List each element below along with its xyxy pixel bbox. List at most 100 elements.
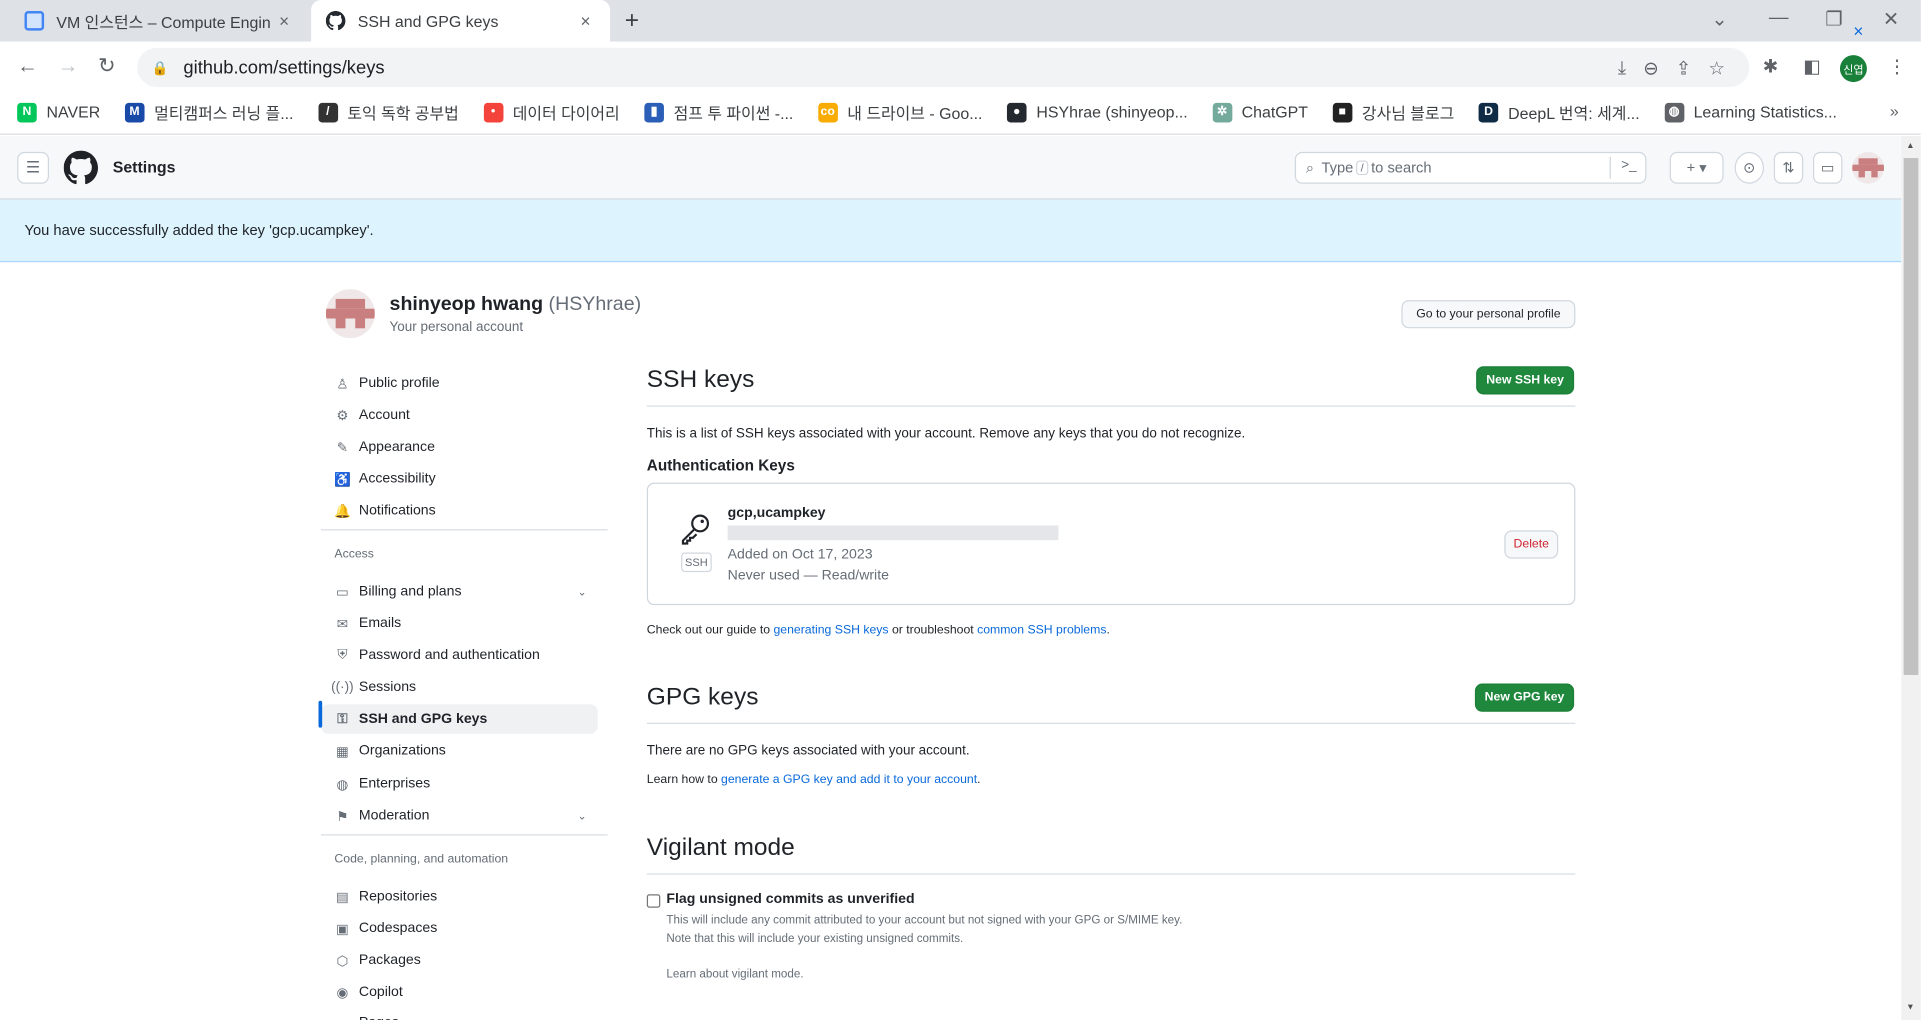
scroll-down-icon[interactable]: ▼ [1906, 1003, 1914, 1012]
github-logo-icon[interactable] [63, 150, 98, 185]
sidebar-item-label: Public profile [358, 376, 440, 391]
go-to-personal-profile-button[interactable]: Go to your personal profile [1401, 300, 1576, 329]
github-icon [325, 11, 346, 31]
browser-icon: ▭ [334, 1015, 350, 1020]
bookmark-favicon-icon: • [483, 102, 503, 122]
delete-ssh-key-button[interactable]: Delete [1504, 530, 1559, 559]
sidebar-item-codespaces[interactable]: ▣ Codespaces [321, 914, 598, 943]
tab-search-icon[interactable]: ⌄ [1711, 7, 1727, 32]
side-panel-icon[interactable]: ◧ [1803, 55, 1820, 77]
common-ssh-problems-link[interactable]: common SSH problems [977, 624, 1106, 637]
browser-profile-avatar[interactable]: 신엽 [1839, 55, 1867, 83]
new-gpg-key-button[interactable]: New GPG key [1474, 683, 1575, 712]
browser-tab-ssh-gpg-keys[interactable]: SSH and GPG keys × [311, 0, 611, 42]
package-icon: ⬡ [336, 953, 349, 969]
bookmark-item[interactable]: co 내 드라이브 - Goo... [817, 100, 982, 123]
generate-gpg-key-link[interactable]: generate a GPG key and add it to your ac… [721, 773, 977, 786]
back-icon[interactable]: ← [17, 54, 38, 79]
bookmark-item[interactable]: / 토익 독학 공부법 [317, 100, 459, 123]
search-input[interactable]: ⌕ Type / to search >_ [1294, 151, 1647, 184]
sidebar-item-billing-and-plans[interactable]: ▭ Billing and plans ⌄ [321, 577, 598, 606]
minimize-icon[interactable]: — [1769, 7, 1789, 29]
sidebar-item-emails[interactable]: ✉ Emails [321, 609, 598, 638]
tab-close-icon[interactable]: × [576, 11, 596, 31]
window-close-icon[interactable]: ✕ [1883, 7, 1899, 32]
bookmark-item[interactable]: • 데이터 다이어리 [483, 100, 620, 123]
sidebar-item-packages[interactable]: ⬡ Packages [321, 946, 598, 975]
sidebar-item-label: Copilot [358, 984, 403, 1000]
bookmark-item[interactable]: ● HSYhrae (shinyeop... [1006, 102, 1188, 122]
create-new-button[interactable]: + ▾ [1669, 151, 1724, 184]
sidebar-item-password-and-authentication[interactable]: ⛨ Password and authentication [321, 641, 598, 670]
issues-icon[interactable]: ⊙ [1734, 151, 1764, 184]
lock-icon: 🔒 [151, 60, 169, 76]
sidebar-item-appearance[interactable]: ✎ Appearance [321, 432, 598, 461]
ssh-type-badge: SSH [681, 552, 712, 573]
extensions-icon[interactable]: ✱ [1763, 55, 1778, 77]
sidebar-item-repositories[interactable]: ▤ Repositories [321, 882, 598, 911]
bookmark-item[interactable]: ✲ ChatGPT [1212, 102, 1308, 122]
hamburger-menu-icon[interactable]: ☰ [17, 151, 49, 184]
bookmarks-overflow-icon[interactable]: » [1890, 102, 1899, 120]
tab-close-icon[interactable]: × [274, 11, 294, 31]
command-palette-icon[interactable]: >_ [1621, 158, 1636, 173]
new-ssh-key-button[interactable]: New SSH key [1476, 366, 1575, 395]
bookmark-item[interactable]: M 멀티캠퍼스 러닝 플... [124, 100, 293, 123]
bookmark-star-icon[interactable]: ☆ [1708, 58, 1724, 80]
page-scrollbar[interactable]: ▲ ▼ [1901, 135, 1921, 1020]
bookmark-item[interactable]: ▮ 점프 투 파이썬 -... [644, 100, 793, 123]
sidebar-item-enterprises[interactable]: ◍ Enterprises [321, 769, 598, 798]
credit-card-icon: ▭ [336, 584, 349, 600]
bookmark-favicon-icon: ◍ [1664, 102, 1684, 122]
forward-icon[interactable]: → [58, 54, 79, 79]
copilot-icon: ◉ [336, 985, 349, 1001]
sidebar-item-notifications[interactable]: 🔔 Notifications [321, 496, 598, 525]
install-icon[interactable]: ⤓ [1618, 58, 1626, 80]
scroll-up-icon[interactable]: ▲ [1906, 142, 1914, 151]
sidebar-item-ssh-and-gpg-keys[interactable]: ⚿ SSH and GPG keys [320, 704, 598, 734]
browser-tab-vm-instances[interactable]: VM 인스턴스 – Compute Engin × [10, 0, 309, 42]
sidebar-item-public-profile[interactable]: ♙ Public profile [321, 369, 598, 398]
gpg-keys-heading: GPG keys [646, 683, 759, 711]
sidebar-item-copilot[interactable]: ◉ Copilot [321, 978, 598, 1007]
user-avatar[interactable] [1852, 151, 1885, 184]
zoom-icon[interactable]: ⊖ [1643, 58, 1658, 80]
bookmark-item[interactable]: D DeepL 번역: 세계... [1478, 100, 1640, 123]
address-bar[interactable]: 🔒 github.com/settings/keys ⤓ ⊖ ⇪ ☆ [137, 47, 1750, 87]
bookmark-item[interactable]: ◍ Learning Statistics... [1664, 102, 1837, 122]
success-flash-banner: You have successfully added the key 'gcp… [0, 199, 1902, 263]
page-context-title[interactable]: Settings [113, 158, 176, 176]
scrollbar-thumb[interactable] [1903, 158, 1919, 675]
generating-ssh-keys-link[interactable]: generating SSH keys [773, 624, 888, 637]
bookmark-label: 토익 독학 공부법 [347, 104, 459, 123]
paintbrush-icon: ✎ [336, 440, 349, 456]
sidebar-item-label: Accessibility [358, 471, 436, 487]
flag-unsigned-commits-label[interactable]: Flag unsigned commits as unverified [666, 892, 914, 907]
flash-close-icon[interactable]: × [1853, 21, 1863, 41]
share-icon[interactable]: ⇪ [1676, 58, 1691, 80]
sidebar-item-pages[interactable]: ▭ Pages [321, 1008, 598, 1020]
sidebar-item-sessions[interactable]: ((·)) Sessions [321, 673, 598, 702]
person-icon: ♙ [336, 376, 349, 392]
pull-requests-icon[interactable]: ⇅ [1773, 151, 1804, 184]
sidebar-item-label: Pages [359, 1016, 399, 1020]
learn-vigilant-mode-link[interactable]: Learn about vigilant mode. [666, 968, 803, 981]
bookmark-item[interactable]: N NAVER [17, 102, 100, 122]
browser-menu-icon[interactable]: ⋮ [1888, 55, 1906, 77]
sidebar-item-organizations[interactable]: ▦ Organizations [321, 736, 598, 765]
chevron-down-icon[interactable]: ⌄ [578, 809, 587, 822]
bookmark-item[interactable]: ■ 강사님 블로그 [1332, 100, 1454, 123]
browser-tab-strip: VM 인스턴스 – Compute Engin × SSH and GPG ke… [0, 0, 1921, 42]
sidebar-item-accessibility[interactable]: ♿ Accessibility [321, 464, 598, 493]
new-tab-button[interactable]: + [625, 7, 639, 35]
sidebar-item-account[interactable]: ⚙ Account [321, 401, 598, 430]
ssh-key-title: gcp,ucampkey [727, 505, 826, 521]
bookmark-favicon-icon: / [317, 102, 338, 122]
sidebar-heading-access: Access [334, 547, 374, 562]
restore-icon[interactable]: ❐ [1825, 7, 1843, 32]
sidebar-item-moderation[interactable]: ⚑ Moderation ⌄ [321, 801, 598, 830]
inbox-icon[interactable]: ▭ [1813, 151, 1843, 184]
chevron-down-icon[interactable]: ⌄ [578, 585, 587, 598]
flag-unsigned-commits-checkbox[interactable] [646, 894, 661, 908]
reload-icon[interactable]: ↻ [98, 54, 115, 79]
